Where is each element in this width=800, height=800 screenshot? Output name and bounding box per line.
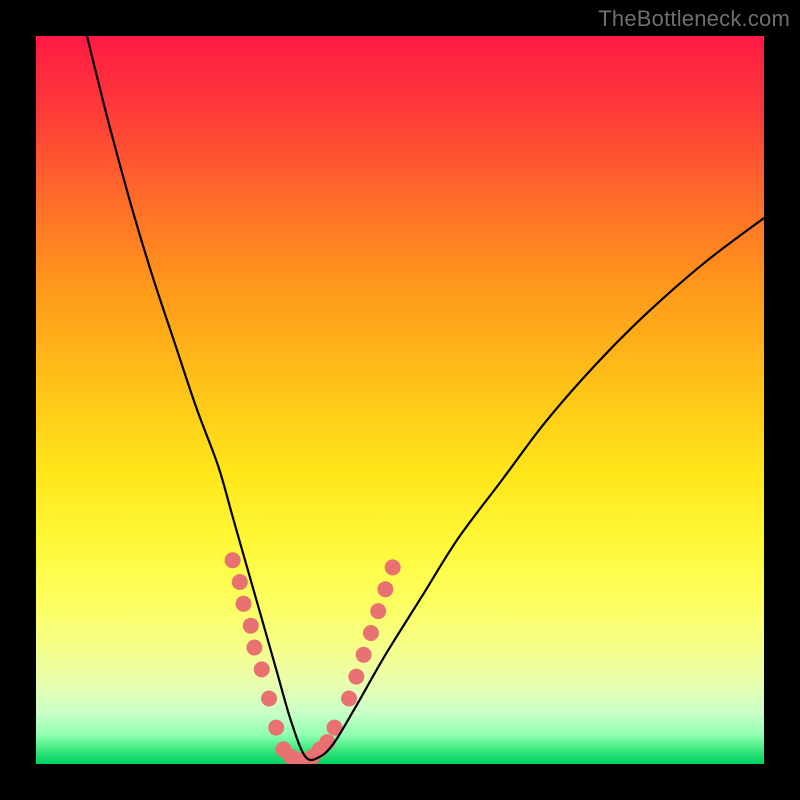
chart-frame: TheBottleneck.com (0, 0, 800, 800)
highlight-dot (356, 647, 372, 663)
highlight-dot (341, 691, 357, 707)
highlight-dot (268, 720, 284, 736)
highlight-dot (246, 640, 262, 656)
highlight-dot (243, 618, 259, 634)
bottleneck-curve (87, 36, 764, 760)
highlight-dot (261, 691, 277, 707)
highlight-dot (225, 552, 241, 568)
watermark-text: TheBottleneck.com (598, 6, 790, 32)
highlight-dot (363, 625, 379, 641)
curve-layer (36, 36, 764, 764)
highlight-dot (348, 669, 364, 685)
highlight-dot (232, 574, 248, 590)
highlight-dot (236, 596, 252, 612)
highlight-dot (254, 661, 270, 677)
highlight-dot (319, 734, 335, 750)
highlight-dot (377, 581, 393, 597)
plot-area (36, 36, 764, 764)
highlight-dot (385, 559, 401, 575)
highlight-dot (370, 603, 386, 619)
